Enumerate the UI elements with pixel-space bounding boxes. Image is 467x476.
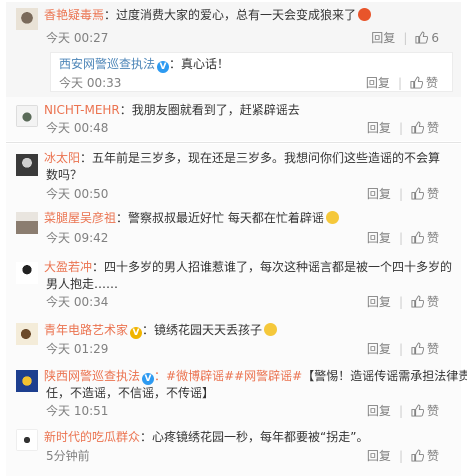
like-label: 赞 — [426, 404, 439, 418]
like-button[interactable]: 赞 — [411, 119, 439, 136]
like-label: 赞 — [426, 121, 439, 135]
thumb-up-icon — [411, 295, 424, 308]
comment-username[interactable]: 青年电路艺术家 — [44, 323, 128, 337]
thumb-up-icon — [411, 121, 424, 134]
reply-button[interactable]: 回复 — [366, 74, 390, 91]
comment-time: 今天 00:48 — [46, 121, 109, 135]
reply-username[interactable]: 西安网警巡查执法 — [59, 57, 155, 71]
avatar[interactable] — [16, 105, 38, 127]
comment-text: ：镜绣花园天天丢孩子 — [142, 323, 263, 337]
comment-hashtags[interactable]: ：#微博辟谣##网警辟谣# — [154, 369, 302, 383]
thumb-up-icon — [411, 342, 424, 355]
comment-username[interactable]: NICHT-MEHR — [44, 103, 120, 117]
like-label: 赞 — [426, 342, 439, 356]
reply-button[interactable]: 回复 — [367, 229, 391, 246]
comment-item: 菜腿屋吴彦祖：警察叔叔最近好忙 每天都在忙着辟谣 今天 09:42 回复 | 赞 — [6, 204, 461, 252]
thumb-up-icon — [411, 449, 424, 462]
comment-text-continued: 任，不造谣，不信谣，不传谣】 — [46, 386, 215, 400]
thumb-up-icon — [411, 404, 424, 417]
verified-v-icon: V — [130, 327, 143, 339]
like-button[interactable]: 赞 — [411, 229, 439, 246]
thumb-up-icon — [410, 76, 423, 89]
emoji-icon — [358, 8, 372, 21]
like-label: 赞 — [425, 76, 438, 90]
like-button[interactable]: 6 — [415, 31, 439, 45]
comment-item: 香艳疑毒焉：过度消费大家的爱心，总有一天会变成狼来了 今天 00:27 回复 |… — [6, 2, 461, 97]
like-label: 赞 — [426, 187, 439, 201]
reply-button[interactable]: 回复 — [367, 293, 391, 310]
comment-text: ：过度消费大家的爱心，总有一天会变成狼来了 — [104, 8, 357, 22]
like-label: 赞 — [426, 295, 439, 309]
comment-item: 新时代的吃瓜群众：心疼镜绣花园一秒，每年都要被“拐走”。 5分钟前 回复 | 赞 — [6, 420, 461, 476]
thumb-up-icon — [411, 187, 424, 200]
avatar[interactable] — [16, 154, 38, 176]
like-button[interactable]: 赞 — [411, 185, 439, 202]
comment-username[interactable]: 大盈若冲 — [44, 260, 92, 274]
like-count: 6 — [431, 30, 439, 45]
comment-text-continued: 男人抱走…… — [46, 277, 119, 291]
reply-button[interactable]: 回复 — [367, 402, 391, 419]
avatar[interactable] — [16, 370, 38, 392]
comment-text: 【警惕！造谣传谣需承担法律责 — [302, 369, 467, 383]
like-button[interactable]: 赞 — [411, 402, 439, 419]
comment-text-continued: 数吗？ — [46, 168, 83, 182]
like-button[interactable]: 赞 — [411, 340, 439, 357]
comment-username[interactable]: 陕西网警巡查执法 — [44, 369, 140, 383]
reply-button[interactable]: 回复 — [367, 185, 391, 202]
like-button[interactable]: 赞 — [410, 74, 438, 91]
comment-text: ：五年前是三岁多，现在还是三岁多。我想问你们这些造谣的不会算 — [80, 151, 441, 165]
comment-username[interactable]: 冰太阳 — [44, 151, 80, 165]
avatar[interactable] — [16, 323, 38, 345]
comment-username[interactable]: 菜腿屋吴彦祖 — [44, 211, 116, 225]
comment-item: 冰太阳：五年前是三岁多，现在还是三岁多。我想问你们这些造谣的不会算 数吗？ 今天… — [6, 144, 461, 204]
emoji-icon — [264, 323, 278, 336]
comment-time: 今天 10:51 — [46, 404, 109, 418]
comment-time: 今天 01:29 — [46, 342, 109, 356]
avatar[interactable] — [16, 429, 38, 451]
verified-v-icon: V — [157, 61, 170, 73]
comment-time: 5分钟前 — [46, 449, 90, 463]
avatar[interactable] — [16, 212, 38, 234]
reply-button[interactable]: 回复 — [367, 447, 391, 464]
like-button[interactable]: 赞 — [411, 447, 439, 464]
comment-text: ：心疼镜绣花园一秒，每年都要被“拐走”。 — [140, 430, 369, 444]
like-button[interactable]: 赞 — [411, 293, 439, 310]
comment-item: 陕西网警巡查执法 V ：#微博辟谣##网警辟谣#【警惕！造谣传谣需承担法律责 任，不… — [6, 362, 467, 420]
comment-username[interactable]: 香艳疑毒焉 — [44, 8, 104, 22]
thumb-up-icon — [411, 231, 424, 244]
comment-text: ：警察叔叔最近好忙 每天都在忙着辟谣 — [116, 211, 324, 225]
thumb-up-icon — [415, 31, 429, 44]
comment-time: 今天 00:27 — [46, 31, 109, 45]
comment-text: ：我朋友圈就看到了，赶紧辟谣去 — [119, 103, 300, 117]
reply-button[interactable]: 回复 — [367, 340, 391, 357]
reply-time: 今天 00:33 — [59, 76, 122, 90]
comment-item: NICHT-MEHR：我朋友圈就看到了，赶紧辟谣去 今天 00:48 回复 | … — [6, 97, 461, 141]
reply-button[interactable]: 回复 — [367, 119, 391, 136]
comment-text: ：四十多岁的男人招谁惹谁了，每次这种谣言都是被一个四十多岁的 — [92, 260, 453, 274]
comment-item: 大盈若冲：四十多岁的男人招谁惹谁了，每次这种谣言都是被一个四十多岁的 男人抱走…… — [6, 252, 461, 315]
emoji-icon — [325, 211, 339, 224]
comment-time: 今天 00:34 — [46, 295, 109, 309]
avatar[interactable] — [16, 262, 38, 284]
comment-username[interactable]: 新时代的吃瓜群众 — [44, 430, 140, 444]
comment-item: 青年电路艺术家 V ：镜绣花园天天丢孩子 今天 01:29 回复 | 赞 — [6, 315, 461, 362]
nested-reply: 西安网警巡查执法 V ：真心话！ 今天 00:33 回复 | 赞 — [50, 52, 453, 92]
like-label: 赞 — [426, 449, 439, 463]
verified-v-icon: V — [142, 373, 155, 385]
like-label: 赞 — [426, 231, 439, 245]
avatar[interactable] — [16, 8, 38, 30]
reply-button[interactable]: 回复 — [371, 29, 395, 46]
comment-time: 今天 09:42 — [46, 231, 109, 245]
reply-text: ：真心话！ — [169, 57, 230, 71]
comment-time: 今天 00:50 — [46, 187, 109, 201]
